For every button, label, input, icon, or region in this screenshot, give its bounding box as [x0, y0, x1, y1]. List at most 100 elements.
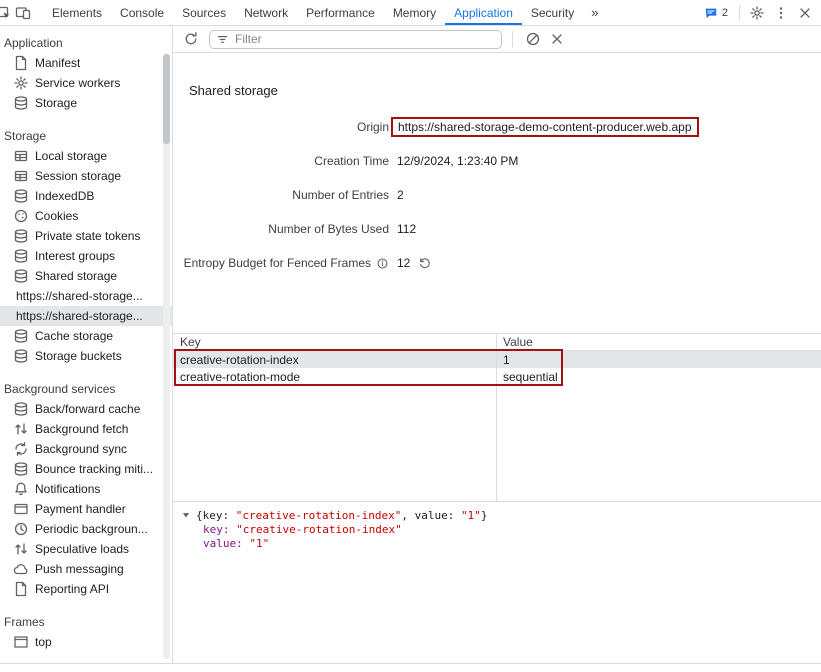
- document-icon: [13, 581, 29, 597]
- inspect-element-button[interactable]: [0, 0, 11, 26]
- sidebar-item-top[interactable]: top: [0, 632, 172, 652]
- sidebar-item-label: Payment handler: [35, 502, 126, 516]
- field-label: Number of Entries: [173, 188, 389, 202]
- sidebar-item-cookies[interactable]: Cookies: [0, 206, 172, 226]
- device-toolbar-button[interactable]: [11, 0, 35, 26]
- sidebar-item-back-forward-cache[interactable]: Back/forward cache: [0, 399, 172, 419]
- sidebar-item-storage[interactable]: Storage: [0, 93, 172, 113]
- sidebar-section-header-background-services[interactable]: Background services: [0, 379, 172, 399]
- table-row[interactable]: creative-rotation-modesequential: [173, 368, 821, 385]
- close-devtools-button[interactable]: [793, 0, 817, 26]
- database-icon: [13, 401, 29, 417]
- database-icon: [13, 248, 29, 264]
- tab-sources[interactable]: Sources: [173, 0, 235, 25]
- sidebar-section-header-storage[interactable]: Storage: [0, 126, 172, 146]
- sidebar-item-service-workers[interactable]: Service workers: [0, 73, 172, 93]
- gear-icon: [749, 5, 765, 21]
- settings-button[interactable]: [745, 0, 769, 26]
- tab-memory[interactable]: Memory: [384, 0, 445, 25]
- sidebar-item-cache-storage[interactable]: Cache storage: [0, 326, 172, 346]
- devtools-tabbar: ElementsConsoleSourcesNetworkPerformance…: [0, 0, 821, 26]
- sidebar-item-private-state-tokens[interactable]: Private state tokens: [0, 226, 172, 246]
- sidebar-scrollbar-thumb[interactable]: [163, 54, 170, 144]
- field-label: Creation Time: [173, 154, 389, 168]
- tab-security[interactable]: Security: [522, 0, 583, 25]
- table-cell-value: 1: [496, 353, 821, 367]
- field-row-creation-time: Creation Time 12/9/2024, 1:23:40 PM: [173, 144, 821, 178]
- sidebar-section-header-application[interactable]: Application: [0, 33, 172, 53]
- sidebar-item-payment-handler[interactable]: Payment handler: [0, 499, 172, 519]
- sidebar-item-indexeddb[interactable]: IndexedDB: [0, 186, 172, 206]
- sidebar-item-label: Manifest: [35, 56, 80, 70]
- preview-token: {key:: [196, 509, 236, 522]
- sidebar-item-interest-groups[interactable]: Interest groups: [0, 246, 172, 266]
- issues-count: 2: [722, 7, 728, 19]
- preview-entries: key: "creative-rotation-index"value: "1": [181, 523, 813, 551]
- refresh-button[interactable]: [179, 26, 203, 52]
- database-icon: [13, 228, 29, 244]
- sidebar-item-local-storage[interactable]: Local storage: [0, 146, 172, 166]
- expand-triangle-icon[interactable]: [181, 510, 191, 520]
- info-icon[interactable]: [376, 257, 389, 270]
- sidebar-item-label: IndexedDB: [35, 189, 94, 203]
- sidebar-item-shared-storage[interactable]: Shared storage: [0, 266, 172, 286]
- filter-input[interactable]: [209, 30, 502, 49]
- sidebar-item-bounce-tracking-miti[interactable]: Bounce tracking miti...: [0, 459, 172, 479]
- sidebar-item-https-shared-storage[interactable]: https://shared-storage...: [0, 306, 172, 326]
- sidebar-item-background-fetch[interactable]: Background fetch: [0, 419, 172, 439]
- tab-console[interactable]: Console: [111, 0, 173, 25]
- reset-budget-icon[interactable]: [418, 256, 432, 270]
- preview-token: "1": [461, 509, 481, 522]
- application-sidebar: ApplicationManifestService workersStorag…: [0, 26, 173, 663]
- column-header-key[interactable]: Key: [173, 335, 496, 349]
- tab-performance[interactable]: Performance: [297, 0, 384, 25]
- sidebar-item-session-storage[interactable]: Session storage: [0, 166, 172, 186]
- field-value-text: 12/9/2024, 1:23:40 PM: [397, 154, 518, 168]
- sidebar-item-https-shared-storage[interactable]: https://shared-storage...: [0, 286, 172, 306]
- field-label-text: Creation Time: [314, 154, 389, 168]
- customize-menu-button[interactable]: [769, 0, 793, 26]
- sidebar-item-notifications[interactable]: Notifications: [0, 479, 172, 499]
- table-header-row[interactable]: Key Value: [173, 334, 821, 351]
- tab-application[interactable]: Application: [445, 0, 522, 25]
- sidebar-item-background-sync[interactable]: Background sync: [0, 439, 172, 459]
- device-toolbar-icon: [15, 5, 31, 21]
- sidebar-item-label: Private state tokens: [35, 229, 140, 243]
- issues-badge[interactable]: 2: [698, 6, 734, 20]
- field-value-text: 112: [397, 222, 416, 236]
- sidebar-item-label: https://shared-storage...: [16, 309, 143, 323]
- frame-icon: [13, 634, 29, 650]
- database-icon: [13, 348, 29, 364]
- preview-entry-name: key:: [203, 523, 230, 536]
- sidebar-item-storage-buckets[interactable]: Storage buckets: [0, 346, 172, 366]
- field-label: Number of Bytes Used: [173, 222, 389, 236]
- table-row[interactable]: creative-rotation-index1: [173, 351, 821, 368]
- more-tabs-button[interactable]: »: [583, 5, 606, 20]
- field-value-text: 12: [397, 256, 410, 270]
- column-resize-divider[interactable]: [496, 334, 497, 501]
- panel-main: Shared storage Originhttps://shared-stor…: [173, 53, 821, 663]
- gear-icon: [13, 75, 29, 91]
- filter-icon: [216, 33, 229, 46]
- tab-network[interactable]: Network: [235, 0, 297, 25]
- kebab-menu-icon: [773, 5, 789, 21]
- tab-elements[interactable]: Elements: [43, 0, 111, 25]
- sidebar-item-label: Background sync: [35, 442, 127, 456]
- filter-box: [209, 30, 502, 49]
- sidebar-item-periodic-backgroun[interactable]: Periodic backgroun...: [0, 519, 172, 539]
- sidebar-item-speculative-loads[interactable]: Speculative loads: [0, 539, 172, 559]
- sidebar-item-label: Speculative loads: [35, 542, 129, 556]
- delete-all-button[interactable]: [521, 26, 545, 52]
- sidebar-item-push-messaging[interactable]: Push messaging: [0, 559, 172, 579]
- sidebar-item-label: Notifications: [35, 482, 100, 496]
- shared-storage-panel: Shared storage Originhttps://shared-stor…: [173, 26, 821, 663]
- column-header-value[interactable]: Value: [496, 335, 821, 349]
- storage-table-body: creative-rotation-index1creative-rotatio…: [173, 351, 821, 385]
- delete-selected-button[interactable]: [545, 26, 569, 52]
- entry-preview-pane: {key: "creative-rotation-index", value: …: [173, 502, 821, 663]
- sidebar-item-manifest[interactable]: Manifest: [0, 53, 172, 73]
- sidebar-section-header-frames[interactable]: Frames: [0, 612, 172, 632]
- sidebar-item-reporting-api[interactable]: Reporting API: [0, 579, 172, 599]
- field-value: 12: [397, 256, 432, 270]
- sidebar-item-label: Cookies: [35, 209, 78, 223]
